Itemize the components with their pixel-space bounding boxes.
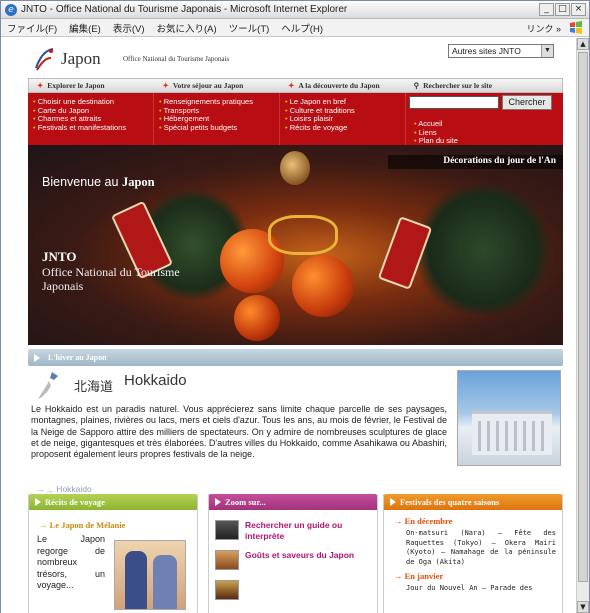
kadomatsu-pine xyxy=(408,185,558,315)
menu-edit[interactable]: 編集(E) xyxy=(69,21,101,35)
zoom-header[interactable]: Zoom sur... xyxy=(209,494,377,510)
menu-col-explorer: Choisir une destination Carte du Japon C… xyxy=(28,93,154,145)
search-panel: Chercher Accueil Liens Plan du site xyxy=(406,93,563,145)
maximize-button[interactable]: □ xyxy=(555,3,570,16)
recits-sublink[interactable]: Le Japon de Mélanie xyxy=(39,520,126,530)
sapporo-snow-photo[interactable] xyxy=(457,370,561,466)
search-input[interactable] xyxy=(409,96,499,109)
hokkaido-section: 北海道 Hokkaido Le Hokkaido est un paradis … xyxy=(28,366,563,494)
december-events: On-matsuri (Nara) — Fête des Raquettes (… xyxy=(406,529,556,566)
ie-logo-icon: e xyxy=(5,3,17,16)
nav-search[interactable]: ⚲ Rechercher sur le site xyxy=(406,79,562,92)
kimono-photo[interactable] xyxy=(114,540,186,610)
winter-section-header: L'hiver au Japon xyxy=(28,349,563,366)
menu-link[interactable]: Festivals et manifestations xyxy=(33,123,153,133)
nav-decouverte[interactable]: ✦ A la découverte du Japon xyxy=(280,79,406,92)
search-links: Accueil Liens Plan du site xyxy=(414,119,458,146)
hokkaido-kanji: 北海道 xyxy=(74,380,114,395)
menu-favorites[interactable]: お気に入り(A) xyxy=(156,21,216,35)
recits-box: Récits de voyage Le Japon de Mélanie Le … xyxy=(28,494,198,613)
title-bar: e JNTO - Office National du Tourisme Jap… xyxy=(1,1,589,19)
menu-view[interactable]: 表示(V) xyxy=(113,21,145,35)
menu-col-decouverte: Le Japon en bref Culture et traditions L… xyxy=(280,93,406,145)
zoom-box: Zoom sur... Rechercher un guide ou inter… xyxy=(208,494,378,613)
red-ornament xyxy=(234,295,280,341)
window-title: JNTO - Office National du Tourisme Japon… xyxy=(21,4,348,15)
zoom-thumbnail xyxy=(215,580,239,600)
red-ornament xyxy=(292,255,354,317)
kimono-figure xyxy=(125,551,147,609)
recits-header[interactable]: Récits de voyage xyxy=(29,494,197,510)
menu-link[interactable]: Récits de voyage xyxy=(285,123,405,133)
daruma-figure xyxy=(280,151,310,185)
links-toolbar[interactable]: リンク » xyxy=(526,22,561,35)
festivals-box: Festivals des quatre saisons En décembre… xyxy=(383,494,563,613)
snow-columns xyxy=(478,421,548,451)
menu-col-sejour: Renseignements pratiques Transports Hébe… xyxy=(154,93,280,145)
menu-link[interactable]: Spécial petits budgets xyxy=(159,123,279,133)
jnto-site: Japon Office National du Tourisme Japona… xyxy=(28,38,563,613)
page-viewport: Japon Office National du Tourisme Japona… xyxy=(1,38,576,613)
menu-help[interactable]: ヘルプ(H) xyxy=(281,21,323,35)
windows-flag-icon xyxy=(570,21,582,34)
close-button[interactable]: × xyxy=(571,3,586,16)
menu-tools[interactable]: ツール(T) xyxy=(229,21,270,35)
december-link[interactable]: En décembre xyxy=(394,516,453,526)
zoom-link[interactable]: Rechercher un guide ou interprète xyxy=(245,520,373,542)
hokkaido-more-link[interactable]: → ... Hokkaido xyxy=(36,484,92,494)
guide-thumbnail xyxy=(215,520,239,540)
nav-label: Rechercher sur le site xyxy=(423,81,493,90)
scroll-down-icon[interactable]: ▼ xyxy=(577,601,589,613)
scroll-thumb[interactable] xyxy=(578,52,588,582)
window-controls: _ □ × xyxy=(539,3,586,16)
site-header: Japon Office National du Tourisme Japona… xyxy=(28,38,563,78)
hokkaido-description: Le Hokkaido est un paradis naturel. Vous… xyxy=(31,404,447,460)
scroll-up-icon[interactable]: ▲ xyxy=(577,38,589,50)
bullet-icon: ✦ xyxy=(37,81,44,90)
other-sites-select[interactable]: Autres sites JNTO ▼ xyxy=(448,44,554,58)
recits-description: Le Japon regorge de nombreux trésors, un… xyxy=(37,534,105,590)
logo-subtitle: Office National du Tourisme Japonais xyxy=(123,55,230,63)
main-nav: ✦ Explorer le Japon ✦ Votre séjour au Japo… xyxy=(28,78,563,93)
nav-explorer[interactable]: ✦ Explorer le Japon xyxy=(29,79,155,92)
festivals-header[interactable]: Festivals des quatre saisons xyxy=(384,494,562,510)
nav-label: Explorer le Japon xyxy=(47,81,105,90)
feature-boxes: Récits de voyage Le Japon de Mélanie Le … xyxy=(28,494,563,613)
hokkaido-title: Hokkaido xyxy=(124,372,187,389)
nav-sejour[interactable]: ✦ Votre séjour au Japon xyxy=(155,79,281,92)
welcome-text: Bienvenue au Japon xyxy=(42,175,155,190)
welcome-bold: Japon xyxy=(121,175,155,189)
logo-text[interactable]: Japon xyxy=(61,49,101,69)
january-link[interactable]: En janvier xyxy=(394,571,444,581)
hero-title: Décorations du jour de l'An xyxy=(443,156,556,166)
vertical-scrollbar[interactable]: ▲ ▼ xyxy=(576,38,589,613)
nav-menus: Choisir une destination Carte du Japon C… xyxy=(28,93,563,145)
menu-file[interactable]: ファイル(F) xyxy=(7,21,57,35)
japan-map-icon xyxy=(38,372,58,399)
zoom-link[interactable]: Goûts et saveurs du Japon xyxy=(245,550,373,561)
browser-window: e JNTO - Office National du Tourisme Jap… xyxy=(0,0,590,613)
bullet-icon: ✦ xyxy=(288,81,295,90)
jnto-logo-icon[interactable] xyxy=(33,46,55,72)
nav-label: Votre séjour au Japon xyxy=(172,81,244,90)
gold-cord xyxy=(268,215,338,255)
search-button[interactable]: Chercher xyxy=(502,95,552,110)
chevron-down-icon[interactable]: ▼ xyxy=(541,45,553,57)
org-name: Office National du Tourisme Japonais xyxy=(42,265,180,293)
january-events: Jour du Nouvel An — Parade des xyxy=(406,584,533,592)
food-thumbnail xyxy=(215,550,239,570)
minimize-button[interactable]: _ xyxy=(539,3,554,16)
kimono-figure xyxy=(153,555,177,609)
jnto-label: JNTO xyxy=(42,249,77,264)
menu-bar: ファイル(F) 編集(E) 表示(V) お気に入り(A) ツール(T) ヘルプ(… xyxy=(1,19,589,37)
bullet-icon: ✦ xyxy=(162,81,169,90)
magnifier-icon: ⚲ xyxy=(413,81,420,90)
welcome-prefix: Bienvenue au xyxy=(42,175,122,189)
hero-banner: Décorations du jour de l'An Bienvenue au… xyxy=(28,145,563,345)
nav-label: A la découverte du Japon xyxy=(298,81,380,90)
other-sites-value: Autres sites JNTO xyxy=(452,46,521,56)
